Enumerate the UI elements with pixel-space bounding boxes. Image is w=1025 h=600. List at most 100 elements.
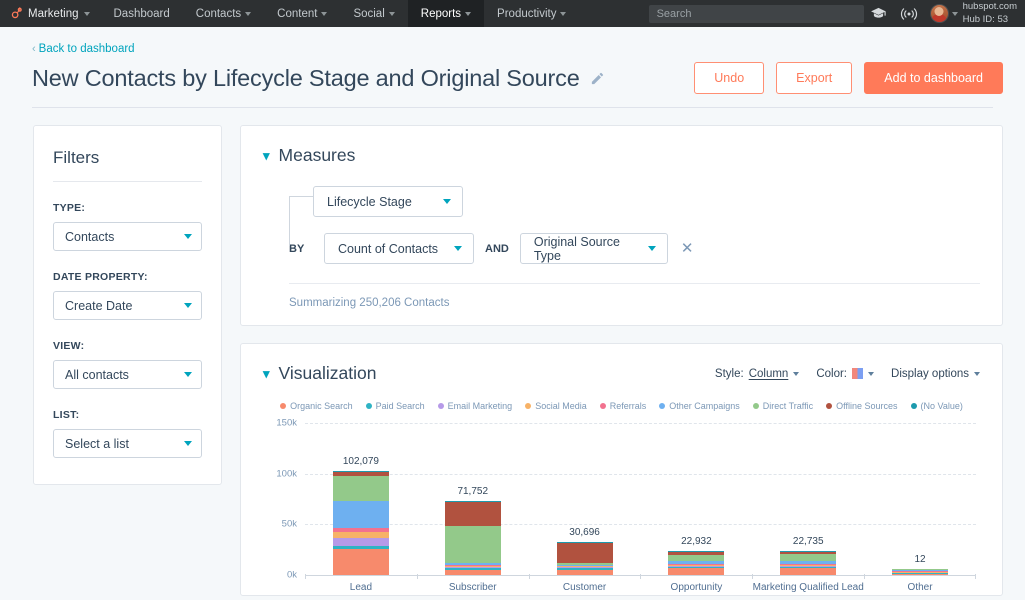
original-source-type-select[interactable]: Original Source Type bbox=[520, 233, 668, 264]
legend-item[interactable]: Paid Search bbox=[366, 401, 425, 411]
chart-column[interactable]: 71,752 bbox=[417, 423, 529, 575]
chevron-down-icon bbox=[389, 12, 395, 16]
legend-color-dot bbox=[438, 403, 444, 409]
filter-select-view[interactable]: All contacts bbox=[53, 360, 202, 389]
axis-tick-mark bbox=[864, 574, 865, 579]
count-of-contacts-value: Count of Contacts bbox=[338, 242, 438, 256]
bar-segment[interactable] bbox=[557, 543, 613, 563]
filter-fields: TYPE:ContactsDATE PROPERTY:Create DateVI… bbox=[53, 202, 202, 458]
header-row: New Contacts by Lifecycle Stage and Orig… bbox=[32, 62, 1003, 94]
stacked-bar bbox=[557, 542, 613, 575]
measures-summary: Summarizing 250,206 Contacts bbox=[289, 283, 980, 309]
visualization-card: ▾ Visualization Style: Column Color: bbox=[240, 343, 1003, 596]
column-total-label: 71,752 bbox=[457, 486, 488, 497]
brand-label: Marketing bbox=[28, 8, 79, 20]
bar-segment[interactable] bbox=[780, 554, 836, 561]
brand-menu[interactable]: Marketing bbox=[0, 0, 101, 27]
lifecycle-stage-select[interactable]: Lifecycle Stage bbox=[313, 186, 463, 217]
bar-segment[interactable] bbox=[668, 568, 724, 575]
chevron-down-icon[interactable]: ▾ bbox=[263, 367, 270, 380]
bar-segment[interactable] bbox=[333, 549, 389, 575]
nav-item-label: Contacts bbox=[196, 8, 241, 20]
chart-column[interactable]: 102,079 bbox=[305, 423, 417, 575]
stacked-bar bbox=[892, 569, 948, 575]
avatar[interactable] bbox=[930, 4, 949, 23]
bar-segment[interactable] bbox=[333, 501, 389, 528]
nav-item-label: Dashboard bbox=[114, 8, 170, 20]
export-button[interactable]: Export bbox=[776, 62, 852, 94]
display-options-label: Display options bbox=[891, 368, 969, 380]
style-control[interactable]: Style: Column bbox=[715, 368, 799, 380]
bar-segment[interactable] bbox=[445, 526, 501, 563]
chart-legend: Organic Search Paid Search Email Marketing… bbox=[263, 401, 980, 411]
x-axis-label: Lead bbox=[305, 582, 417, 595]
measure-row-primary: Lifecycle Stage bbox=[289, 186, 980, 217]
legend-item[interactable]: Social Media bbox=[525, 401, 587, 411]
bar-segment[interactable] bbox=[333, 538, 389, 546]
chevron-down-icon bbox=[465, 12, 471, 16]
measure-row-secondary: BY Count of Contacts AND Original Source… bbox=[289, 233, 980, 264]
bar-segment[interactable] bbox=[557, 570, 613, 575]
axis-tick-mark bbox=[975, 574, 976, 579]
visualization-title: Visualization bbox=[279, 363, 377, 384]
filter-label-type: TYPE: bbox=[53, 202, 202, 214]
chevron-down-icon bbox=[321, 12, 327, 16]
legend-item[interactable]: Other Campaigns bbox=[659, 401, 740, 411]
bar-segment[interactable] bbox=[445, 570, 501, 575]
legend-item[interactable]: Direct Traffic bbox=[753, 401, 813, 411]
nav-item-content[interactable]: Content bbox=[264, 0, 340, 27]
chevron-down-icon bbox=[560, 12, 566, 16]
column-total-label: 12 bbox=[914, 554, 925, 565]
chevron-down-icon bbox=[648, 246, 656, 251]
chevron-down-icon[interactable]: ▾ bbox=[263, 149, 270, 162]
axis-tick-mark bbox=[529, 574, 530, 579]
bar-segment[interactable] bbox=[780, 568, 836, 575]
bar-segment[interactable] bbox=[333, 532, 389, 539]
column-total-label: 30,696 bbox=[569, 527, 600, 538]
bar-segment[interactable] bbox=[333, 476, 389, 502]
legend-item[interactable]: Organic Search bbox=[280, 401, 353, 411]
nav-item-dashboard[interactable]: Dashboard bbox=[101, 0, 183, 27]
filters-panel: Filters TYPE:ContactsDATE PROPERTY:Creat… bbox=[33, 125, 222, 485]
filter-select-date-property[interactable]: Create Date bbox=[53, 291, 202, 320]
display-options-control[interactable]: Display options bbox=[891, 368, 980, 380]
legend-item[interactable]: Offline Sources bbox=[826, 401, 897, 411]
chart-column[interactable]: 30,696 bbox=[529, 423, 641, 575]
legend-color-dot bbox=[525, 403, 531, 409]
bar-segment[interactable] bbox=[445, 502, 501, 525]
legend-label: Other Campaigns bbox=[669, 401, 740, 411]
column-total-label: 102,079 bbox=[343, 456, 379, 467]
nav-item-social[interactable]: Social bbox=[340, 0, 407, 27]
measures-title: Measures bbox=[279, 145, 356, 166]
filter-select-type[interactable]: Contacts bbox=[53, 222, 202, 251]
legend-item[interactable]: Referrals bbox=[600, 401, 647, 411]
x-axis-label: Opportunity bbox=[640, 582, 752, 595]
undo-button[interactable]: Undo bbox=[694, 62, 764, 94]
y-axis-tick-label: 0k bbox=[263, 570, 297, 581]
nav-item-contacts[interactable]: Contacts bbox=[183, 0, 264, 27]
nav-item-reports[interactable]: Reports bbox=[408, 0, 484, 27]
count-of-contacts-select[interactable]: Count of Contacts bbox=[324, 233, 474, 264]
add-to-dashboard-button[interactable]: Add to dashboard bbox=[864, 62, 1003, 94]
lifecycle-stage-value: Lifecycle Stage bbox=[327, 195, 412, 209]
filter-select-list[interactable]: Select a list bbox=[53, 429, 202, 458]
pencil-edit-icon[interactable] bbox=[590, 71, 605, 86]
breadcrumb[interactable]: ‹ Back to dashboard bbox=[32, 43, 135, 55]
graduation-cap-icon[interactable] bbox=[864, 5, 894, 22]
remove-measure-close-icon[interactable]: ✕ bbox=[679, 241, 696, 256]
color-control[interactable]: Color: bbox=[816, 368, 874, 380]
style-label: Style: bbox=[715, 368, 744, 380]
legend-item[interactable]: Email Marketing bbox=[438, 401, 513, 411]
legend-item[interactable]: (No Value) bbox=[911, 401, 963, 411]
chart-column[interactable]: 12 bbox=[864, 423, 976, 575]
broadcast-icon[interactable] bbox=[894, 6, 924, 22]
search-input[interactable] bbox=[649, 5, 864, 23]
legend-label: Offline Sources bbox=[836, 401, 897, 411]
chevron-left-icon: ‹ bbox=[32, 43, 36, 55]
bar-segment[interactable] bbox=[892, 574, 948, 575]
legend-color-dot bbox=[280, 403, 286, 409]
nav-item-productivity[interactable]: Productivity bbox=[484, 0, 579, 27]
chart-column[interactable]: 22,932 bbox=[640, 423, 752, 575]
chart-column[interactable]: 22,735 bbox=[752, 423, 864, 575]
nav-item-label: Productivity bbox=[497, 8, 556, 20]
